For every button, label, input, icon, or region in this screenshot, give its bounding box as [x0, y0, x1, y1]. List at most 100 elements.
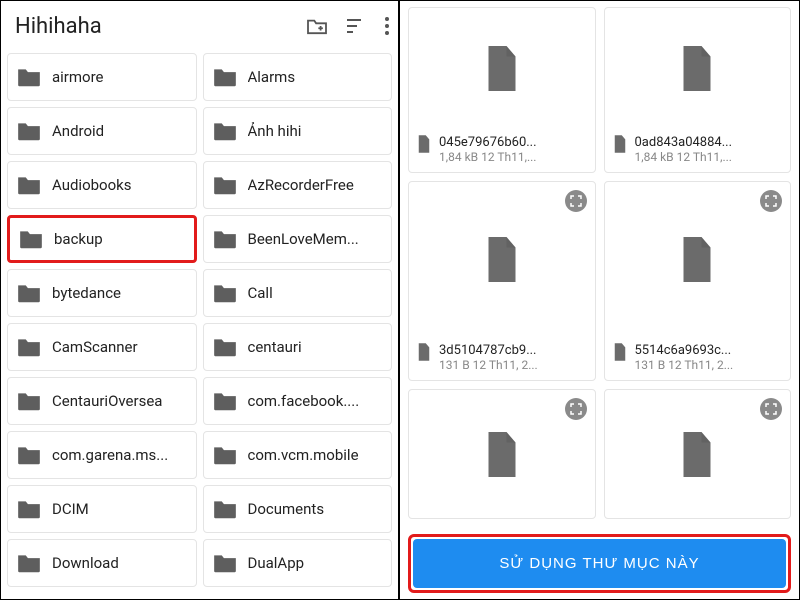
file-card[interactable]: 0ad843a04884...1,84 kB 12 Th11,...	[604, 7, 792, 173]
file-meta: 1,84 kB 12 Th11,...	[439, 150, 587, 164]
folder-icon	[212, 228, 238, 250]
folder-label: CamScanner	[52, 338, 138, 356]
folder-label: Call	[248, 284, 273, 302]
folder-label: com.facebook....	[248, 392, 360, 410]
folder-icon	[16, 498, 42, 520]
folder-item[interactable]: Alarms	[203, 53, 393, 101]
folder-label: airmore	[52, 68, 104, 86]
folder-item[interactable]: Call	[203, 269, 393, 317]
folder-item[interactable]: DualApp	[203, 539, 393, 587]
file-card[interactable]: 3d5104787cb9...131 B 12 Th11, 2...	[408, 181, 596, 381]
folder-label: Documents	[248, 500, 325, 518]
folder-item[interactable]: DCIM	[7, 485, 197, 533]
sort-icon[interactable]	[346, 18, 366, 34]
folder-item[interactable]: CentauriOversea	[7, 377, 197, 425]
folder-item[interactable]: Documents	[203, 485, 393, 533]
folder-item[interactable]: Download	[7, 539, 197, 587]
file-meta: 131 B 12 Th11, 2...	[635, 358, 783, 372]
folder-icon	[16, 120, 42, 142]
folder-icon	[212, 282, 238, 304]
folder-label: Alarms	[248, 68, 296, 86]
folder-label: Audiobooks	[52, 176, 132, 194]
folder-icon	[16, 336, 42, 358]
file-card[interactable]	[408, 389, 596, 519]
folder-icon	[212, 390, 238, 412]
file-footer: 3d5104787cb9...131 B 12 Th11, 2...	[409, 337, 595, 380]
folder-browser-panel: Hihihaha airmore Alarms Android Ảnh hihi Aud…	[1, 1, 400, 599]
file-thumbnail	[605, 8, 791, 129]
folder-item[interactable]: backup	[7, 215, 197, 263]
file-meta: 1,84 kB 12 Th11,...	[635, 150, 783, 164]
folder-icon	[212, 498, 238, 520]
folder-grid: airmore Alarms Android Ảnh hihi Audiobooks Az…	[1, 51, 398, 589]
file-small-icon	[613, 343, 627, 361]
file-card[interactable]: 5514c6a9693c...131 B 12 Th11, 2...	[604, 181, 792, 381]
header: Hihihaha	[1, 1, 398, 51]
folder-icon	[212, 120, 238, 142]
new-folder-icon[interactable]	[306, 17, 328, 35]
folder-item[interactable]: airmore	[7, 53, 197, 101]
folder-label: CentauriOversea	[52, 392, 162, 410]
button-highlight-frame: SỬ DỤNG THƯ MỤC NÀY	[408, 534, 791, 593]
folder-item[interactable]: com.vcm.mobile	[203, 431, 393, 479]
file-footer: 0ad843a04884...1,84 kB 12 Th11,...	[605, 129, 791, 172]
folder-icon	[212, 336, 238, 358]
folder-label: AzRecorderFree	[248, 176, 354, 194]
folder-icon	[212, 174, 238, 196]
folder-item[interactable]: com.facebook....	[203, 377, 393, 425]
folder-item[interactable]: com.garena.ms...	[7, 431, 197, 479]
file-grid: 045e79676b60...1,84 kB 12 Th11,...0ad843…	[400, 1, 799, 599]
folder-label: bytedance	[52, 284, 121, 302]
folder-label: Android	[52, 122, 104, 140]
bottom-bar: SỬ DỤNG THƯ MỤC NÀY	[408, 534, 791, 593]
folder-icon	[18, 228, 44, 250]
file-preview-panel: 045e79676b60...1,84 kB 12 Th11,...0ad843…	[400, 1, 799, 599]
file-footer: 5514c6a9693c...131 B 12 Th11, 2...	[605, 337, 791, 380]
folder-icon	[212, 552, 238, 574]
folder-label: DCIM	[52, 500, 89, 518]
file-card[interactable]: 045e79676b60...1,84 kB 12 Th11,...	[408, 7, 596, 173]
folder-item[interactable]: Audiobooks	[7, 161, 197, 209]
folder-item[interactable]: bytedance	[7, 269, 197, 317]
folder-label: com.garena.ms...	[52, 446, 168, 464]
file-thumbnail	[409, 8, 595, 129]
folder-label: com.vcm.mobile	[248, 446, 359, 464]
folder-item[interactable]: Ảnh hihi	[203, 107, 393, 155]
file-footer: 045e79676b60...1,84 kB 12 Th11,...	[409, 129, 595, 172]
expand-icon[interactable]	[760, 190, 782, 212]
expand-icon[interactable]	[565, 190, 587, 212]
folder-icon	[16, 552, 42, 574]
folder-item[interactable]: Android	[7, 107, 197, 155]
folder-item[interactable]: BeenLoveMem...	[203, 215, 393, 263]
expand-icon[interactable]	[565, 398, 587, 420]
folder-label: BeenLoveMem...	[248, 230, 359, 248]
folder-label: centauri	[248, 338, 302, 356]
use-this-folder-button[interactable]: SỬ DỤNG THƯ MỤC NÀY	[413, 539, 786, 588]
folder-item[interactable]: CamScanner	[7, 323, 197, 371]
folder-icon	[16, 444, 42, 466]
file-name: 3d5104787cb9...	[439, 343, 587, 358]
folder-icon	[16, 174, 42, 196]
more-icon[interactable]	[384, 17, 390, 35]
file-small-icon	[417, 135, 431, 153]
file-name: 5514c6a9693c...	[635, 343, 783, 358]
folder-icon	[16, 390, 42, 412]
folder-label: backup	[54, 230, 103, 248]
expand-icon[interactable]	[760, 398, 782, 420]
folder-icon	[212, 444, 238, 466]
file-meta: 131 B 12 Th11, 2...	[439, 358, 587, 372]
folder-label: Download	[52, 554, 119, 572]
folder-label: DualApp	[248, 554, 305, 572]
folder-icon	[16, 282, 42, 304]
file-card[interactable]	[604, 389, 792, 519]
page-title: Hihihaha	[15, 14, 306, 39]
header-actions	[306, 17, 390, 35]
folder-item[interactable]: centauri	[203, 323, 393, 371]
folder-icon	[212, 66, 238, 88]
file-name: 0ad843a04884...	[635, 135, 783, 150]
folder-label: Ảnh hihi	[248, 122, 302, 140]
file-name: 045e79676b60...	[439, 135, 587, 150]
folder-icon	[16, 66, 42, 88]
file-small-icon	[613, 135, 627, 153]
folder-item[interactable]: AzRecorderFree	[203, 161, 393, 209]
